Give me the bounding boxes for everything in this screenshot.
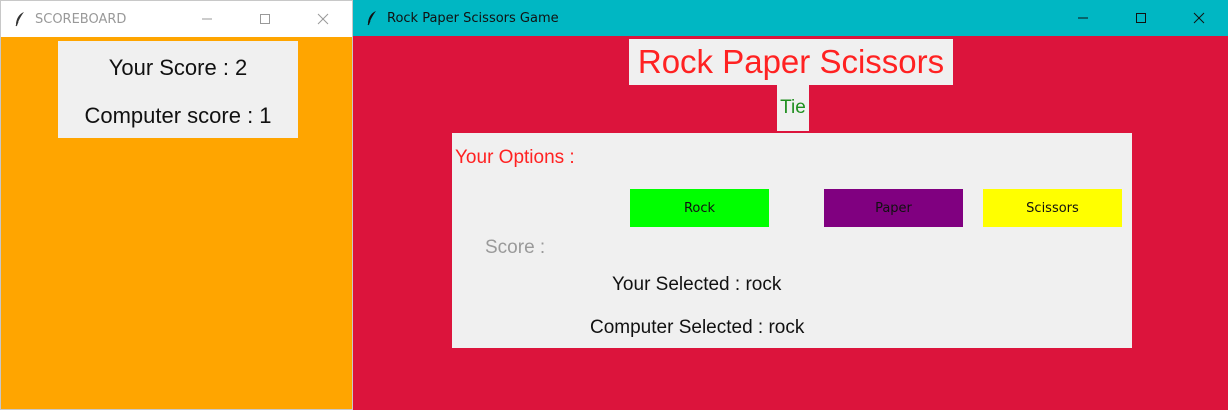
scoreboard-content: Your Score : 2 Computer score : 1 bbox=[1, 37, 352, 409]
computer-selected-label: Computer Selected : rock bbox=[590, 317, 805, 338]
close-icon bbox=[1193, 12, 1205, 24]
game-content: Rock Paper Scissors Tie Your Options : R… bbox=[353, 36, 1228, 410]
score-label: Score : bbox=[485, 237, 546, 258]
score-panel: Your Score : 2 Computer score : 1 bbox=[58, 41, 298, 138]
scoreboard-titlebar[interactable]: SCOREBOARD bbox=[1, 1, 352, 37]
feather-icon bbox=[13, 11, 27, 27]
scoreboard-window: SCOREBOARD Your Score : 2 Computer score… bbox=[0, 0, 353, 410]
maximize-button[interactable] bbox=[1112, 0, 1170, 36]
feather-icon bbox=[365, 10, 379, 26]
computer-score-label: Computer score : 1 bbox=[84, 103, 272, 128]
game-heading: Rock Paper Scissors bbox=[629, 39, 953, 85]
game-window-title: Rock Paper Scissors Game bbox=[387, 10, 559, 26]
scoreboard-window-title: SCOREBOARD bbox=[35, 11, 127, 27]
options-panel: Your Options : Rock Paper Scissors Score… bbox=[452, 133, 1132, 348]
maximize-button[interactable] bbox=[236, 1, 294, 37]
your-selected-label: Your Selected : rock bbox=[612, 274, 782, 295]
scissors-button[interactable]: Scissors bbox=[983, 189, 1122, 227]
close-icon bbox=[317, 13, 329, 25]
maximize-icon bbox=[260, 14, 270, 24]
result-label: Tie bbox=[777, 85, 809, 131]
game-titlebar[interactable]: Rock Paper Scissors Game bbox=[353, 0, 1228, 36]
rock-button[interactable]: Rock bbox=[630, 189, 769, 227]
minimize-icon bbox=[1078, 17, 1088, 19]
options-label: Your Options : bbox=[455, 147, 575, 168]
minimize-button[interactable] bbox=[178, 1, 236, 37]
maximize-icon bbox=[1136, 13, 1146, 23]
close-button[interactable] bbox=[1170, 0, 1228, 36]
game-window: Rock Paper Scissors Game Rock Paper Scis… bbox=[353, 0, 1228, 410]
minimize-button[interactable] bbox=[1054, 0, 1112, 36]
close-button[interactable] bbox=[294, 1, 352, 37]
your-score-label: Your Score : 2 bbox=[108, 55, 248, 80]
paper-button[interactable]: Paper bbox=[824, 189, 963, 227]
minimize-icon bbox=[202, 18, 212, 20]
